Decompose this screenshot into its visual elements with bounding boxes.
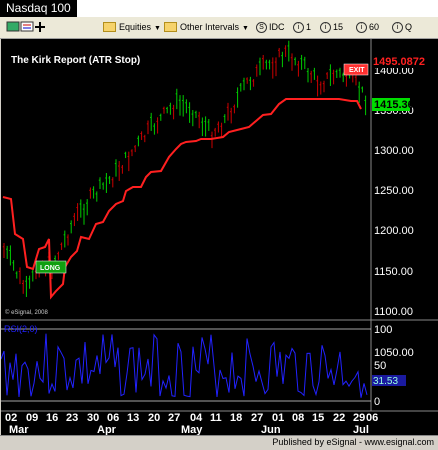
chart-area[interactable]: The Kirk Report (ATR Stop) © eSignal, 20… <box>0 39 438 436</box>
date-tick-label: 06 <box>366 412 378 424</box>
price-chart[interactable]: The Kirk Report (ATR Stop) © eSignal, 20… <box>0 39 438 436</box>
date-tick-label: 01 <box>272 412 284 424</box>
month-label: Jul <box>353 424 369 435</box>
date-tick-label: 27 <box>251 412 263 424</box>
quote-button[interactable]: iQ <box>392 20 412 35</box>
interval-icon: i <box>320 22 331 34</box>
dropdown-arrow-icon: ▼ <box>154 25 161 32</box>
date-tick-label: 13 <box>127 412 139 424</box>
exit-signal-label: EXIT <box>349 67 365 74</box>
intervals-menu[interactable]: Other Intervals ▼ <box>164 20 249 35</box>
window-titlebar: Nasdaq 100 <box>0 0 438 18</box>
price-tick-label: 1100.00 <box>374 306 413 318</box>
indicator-value-label: 31.53 <box>373 376 398 387</box>
published-label: Published by eSignal - www.esignal.com <box>272 437 434 447</box>
interval-60-button[interactable]: i 60 <box>356 20 379 35</box>
date-scale: 02 09 16 23 30 06 13 20 27 04 11 18 27 01 08 15 22 29 06Ma… <box>5 412 378 436</box>
price-tick-label: 1150.00 <box>374 266 413 278</box>
indicator-scale: 100 50 0 <box>374 324 392 408</box>
date-tick-label: 29 <box>353 412 365 424</box>
indicator-label: RSI(2,0) <box>4 324 38 334</box>
folder-icon <box>164 21 177 32</box>
status-bar: Published by eSignal - www.esignal.com <box>0 435 438 450</box>
month-label: May <box>181 424 203 435</box>
indicator-tick-label: 100 <box>374 324 392 336</box>
indicator-tick-label: 50 <box>374 360 386 372</box>
idc-button[interactable]: S IDC <box>256 20 285 35</box>
month-label: Jun <box>261 424 281 435</box>
last-price-label: 1415.36 <box>374 99 414 111</box>
date-tick-label: 20 <box>148 412 160 424</box>
price-tick-label: 1050.00 <box>374 347 414 359</box>
date-tick-label: 16 <box>46 412 58 424</box>
date-tick-label: 09 <box>26 412 38 424</box>
price-tick-label: 1250.00 <box>374 185 414 197</box>
chart-title: The Kirk Report (ATR Stop) <box>11 55 140 66</box>
price-tick-label: 1200.00 <box>374 225 414 237</box>
dropdown-arrow-icon: ▼ <box>242 25 249 32</box>
indicator-tick-label: 0 <box>374 396 380 408</box>
long-signal-label: LONG <box>40 265 61 272</box>
date-tick-label: 30 <box>87 412 99 424</box>
toolbar: Equities ▼ Other Intervals ▼ S IDC i1 i 15 i… <box>0 17 438 39</box>
date-tick-label: 04 <box>190 412 203 424</box>
interval-icon: i <box>356 22 367 34</box>
interval-icon: i <box>392 22 403 34</box>
date-tick-label: 22 <box>333 412 345 424</box>
price-bars <box>2 40 367 297</box>
date-tick-label: 23 <box>66 412 78 424</box>
date-tick-label: 11 <box>210 412 222 424</box>
interval-1-button[interactable]: i1 <box>293 20 311 35</box>
date-tick-label: 27 <box>168 412 180 424</box>
interval-15-button[interactable]: i 15 <box>320 20 343 35</box>
price-tick-label: 1300.00 <box>374 145 414 157</box>
month-label: Apr <box>97 424 117 435</box>
month-label: Mar <box>9 424 29 435</box>
date-tick-label: 18 <box>230 412 242 424</box>
date-tick-label: 06 <box>107 412 119 424</box>
equities-menu[interactable]: Equities ▼ <box>103 20 161 35</box>
copyright-label: © eSignal, 2008 <box>5 309 48 316</box>
interval-icon: i <box>293 22 304 34</box>
date-tick-label: 02 <box>5 412 17 424</box>
interval-icon: S <box>256 22 267 34</box>
folder-icon <box>103 21 116 32</box>
date-tick-label: 08 <box>292 412 304 424</box>
stop-price-label: 1495.0872 <box>373 56 425 68</box>
rsi-line <box>0 333 368 398</box>
window-title[interactable]: Nasdaq 100 <box>0 0 77 17</box>
date-tick-label: 15 <box>312 412 324 424</box>
chart-style-icon[interactable] <box>6 20 46 35</box>
